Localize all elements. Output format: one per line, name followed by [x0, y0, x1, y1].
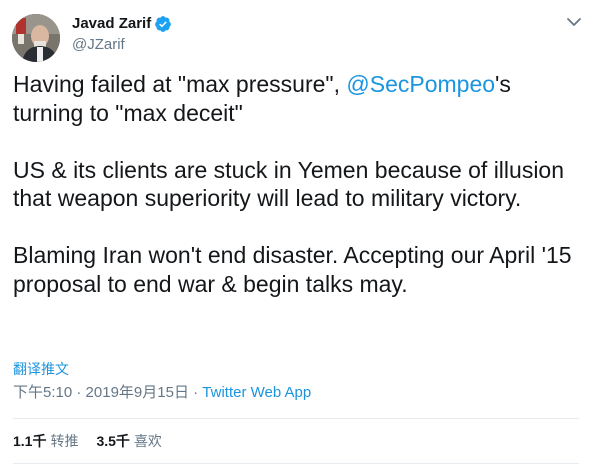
tweet-text: Having failed at "max pressure", @SecPom… [13, 70, 585, 298]
tweet-paragraph-2: US & its clients are stuck in Yemen beca… [13, 156, 565, 212]
tweet-date[interactable]: 2019年9月15日 [86, 384, 189, 401]
verified-badge-icon [155, 16, 172, 32]
translate-tweet-link[interactable]: 翻译推文 [13, 360, 69, 378]
mention-link[interactable]: @SecPompeo [346, 71, 495, 97]
divider [13, 418, 579, 419]
tweet-paragraph-1: Having failed at "max pressure", @SecPom… [13, 70, 585, 127]
author-name-row[interactable]: Javad Zarif [72, 14, 172, 34]
likes-label: 喜欢 [133, 433, 162, 449]
chevron-down-icon[interactable] [566, 16, 582, 28]
retweets-label: 转推 [50, 433, 79, 449]
meta-separator: · [188, 384, 203, 401]
avatar[interactable] [12, 14, 60, 62]
tweet-source-link[interactable]: Twitter Web App [202, 384, 311, 401]
author-handle[interactable]: @JZarif [72, 35, 125, 55]
divider [13, 463, 579, 464]
retweets-count: 1.1千 [13, 433, 47, 449]
tweet-meta: 下午5:10 · 2019年9月15日 · Twitter Web App [13, 383, 311, 403]
tweet-paragraph-3: Blaming Iran won't end disaster. Accepti… [13, 242, 572, 297]
meta-separator: · [72, 384, 86, 401]
tweet-stats: 1.1千 转推 3.5千 喜欢 [13, 432, 180, 450]
tweet-time[interactable]: 下午5:10 [13, 384, 72, 401]
author-display-name[interactable]: Javad Zarif [72, 14, 151, 34]
likes-stat[interactable]: 3.5千 喜欢 [96, 432, 161, 450]
tweet-text-part: Having failed at "max pressure", [13, 71, 347, 97]
retweets-stat[interactable]: 1.1千 转推 [13, 432, 78, 450]
likes-count: 3.5千 [96, 433, 130, 449]
